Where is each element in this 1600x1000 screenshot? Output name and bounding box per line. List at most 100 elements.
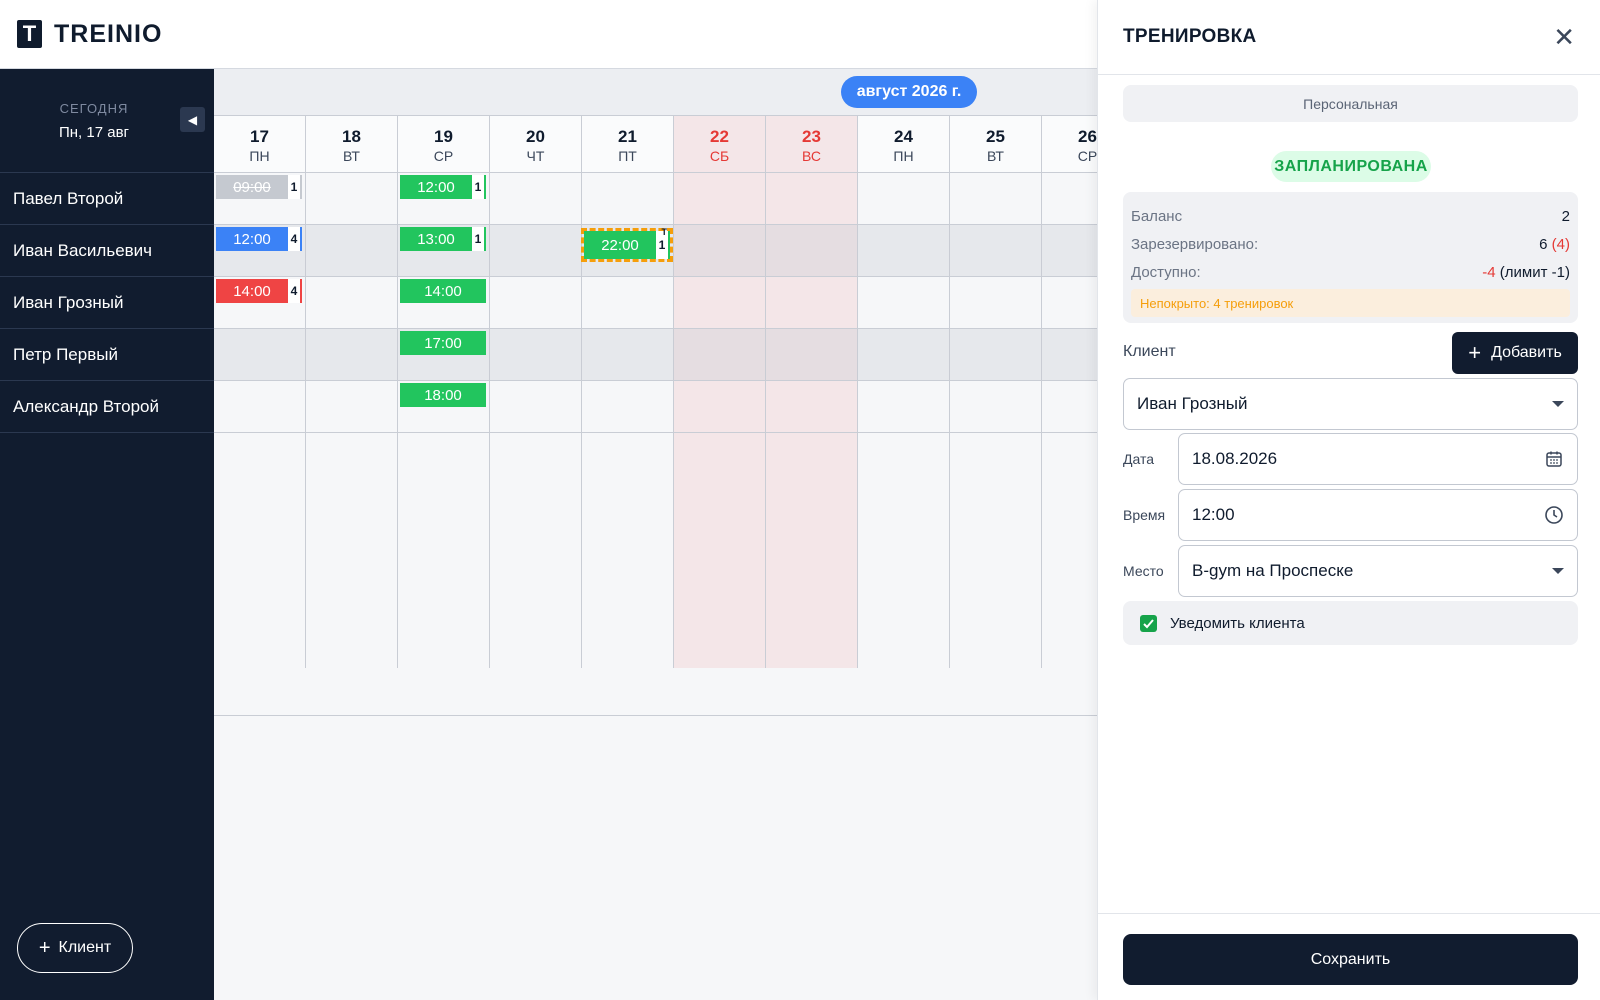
day-name: СР	[433, 148, 454, 164]
available-row: Доступно: -4 (лимит -1)	[1131, 258, 1570, 286]
training-event[interactable]: 09:00 1	[216, 175, 302, 199]
client-row[interactable]: Петр Первый	[0, 329, 214, 381]
event-count: 4	[288, 279, 302, 303]
today-label: СЕГОДНЯ	[59, 101, 129, 116]
calendar-icon[interactable]	[1544, 449, 1564, 469]
event-time: 13:00	[400, 227, 472, 251]
day-number: 26	[1078, 127, 1097, 146]
day-header: 19 СР	[398, 116, 489, 173]
uncovered-warning: Непокрыто: 4 тренировок	[1131, 289, 1570, 317]
chevron-left-icon: ◀	[187, 112, 198, 127]
day-name: ПН	[249, 148, 270, 164]
event-time: 14:00	[400, 279, 486, 303]
day-header: 20 ЧТ	[490, 116, 581, 173]
date-value: 18.08.2026	[1192, 449, 1278, 468]
chevron-down-icon	[1552, 568, 1564, 574]
event-count-value: 4	[290, 284, 298, 298]
day-name: ВС	[802, 148, 821, 164]
day-header: 22 СБ	[674, 116, 765, 173]
training-event[interactable]: 22:00 1 T	[581, 227, 673, 262]
reserved-row: Зарезервировано: 6 (4)	[1131, 230, 1570, 258]
day-name: ПТ	[618, 148, 637, 164]
add-button[interactable]: + Добавить	[1452, 332, 1578, 374]
day-header: 17 ПН	[214, 116, 305, 173]
event-time: 22:00	[584, 231, 656, 259]
day-header: 18 ВТ	[306, 116, 397, 173]
reserved-extra: (4)	[1551, 235, 1570, 253]
day-number: 24	[894, 127, 913, 146]
event-time: 18:00	[400, 383, 486, 407]
event-count: 1	[472, 227, 486, 251]
training-event[interactable]: 13:00 1	[400, 227, 486, 251]
balance-row: Баланс 2	[1131, 202, 1570, 230]
day-name: СР	[1077, 148, 1097, 164]
place-value: B-gym на Проспеске	[1192, 561, 1354, 580]
place-select[interactable]: B-gym на Проспеске	[1178, 545, 1578, 597]
available-value: -4	[1482, 263, 1496, 281]
day-header: 24 ПН	[858, 116, 949, 173]
event-count-value: 1	[290, 180, 298, 194]
add-client-button[interactable]: + Клиент	[17, 923, 133, 973]
calendar-row	[214, 329, 1097, 381]
training-type[interactable]: Персональная	[1123, 85, 1578, 122]
day-number: 25	[986, 127, 1005, 146]
month-selector[interactable]: август 2026 г.	[841, 76, 977, 108]
notify-label: Уведомить клиента	[1170, 614, 1305, 632]
training-event[interactable]: 18:00	[400, 383, 486, 407]
client-field-label: Клиент	[1123, 343, 1176, 360]
save-button[interactable]: Сохранить	[1123, 934, 1578, 985]
client-row[interactable]: Иван Грозный	[0, 277, 214, 329]
training-event[interactable]: 14:00	[400, 279, 486, 303]
client-select-value: Иван Грозный	[1137, 394, 1248, 413]
day-number: 20	[526, 127, 545, 146]
logo-text: TREINIO	[54, 19, 163, 48]
day-header: 21 ПТ	[582, 116, 673, 173]
date-input[interactable]: 18.08.2026	[1178, 433, 1578, 485]
available-label: Доступно:	[1131, 263, 1201, 281]
collapse-sidebar-button[interactable]: ◀	[180, 107, 205, 132]
day-name: ВТ	[343, 148, 360, 164]
today-date: Пн, 17 авг	[58, 124, 130, 141]
day-name: ПН	[893, 148, 914, 164]
client-row[interactable]: Павел Второй	[0, 173, 214, 225]
training-event[interactable]: 17:00	[400, 331, 486, 355]
checkbox[interactable]	[1140, 614, 1157, 632]
calendar-row	[214, 277, 1097, 329]
notify-client-toggle[interactable]: Уведомить клиента	[1123, 601, 1578, 645]
event-count: 1T	[656, 227, 670, 259]
client-row[interactable]: Александр Второй	[0, 381, 214, 433]
day-header: 25 ВТ	[950, 116, 1041, 173]
event-time: 09:00	[216, 175, 288, 199]
event-time: 17:00	[400, 331, 486, 355]
client-row[interactable]: Иван Васильевич	[0, 225, 214, 277]
place-label: Место	[1123, 563, 1164, 579]
status-badge: ЗАПЛАНИРОВАНА	[1271, 151, 1431, 182]
clock-icon[interactable]	[1544, 505, 1564, 525]
client-list: Павел Второй Иван Васильевич Иван Грозны…	[0, 173, 214, 433]
client-select[interactable]: Иван Грозный	[1123, 378, 1578, 430]
day-header: 26 СР	[1042, 116, 1097, 173]
balance-label: Баланс	[1131, 207, 1183, 225]
training-event[interactable]: 14:00 4	[216, 279, 302, 303]
sidebar: СЕГОДНЯ Пн, 17 авг ◀ Павел Второй Иван В…	[0, 69, 214, 1000]
event-count-value: 1	[474, 180, 482, 194]
balance-value: 2	[1561, 207, 1570, 225]
reserved-value: 6	[1539, 235, 1548, 253]
add-client-label: Клиент	[58, 939, 112, 956]
training-event[interactable]: 12:00 4	[216, 227, 302, 251]
event-time: 12:00	[400, 175, 472, 199]
plus-icon: +	[1468, 340, 1482, 365]
available-limit: (лимит -1)	[1499, 263, 1570, 281]
time-input[interactable]: 12:00	[1178, 489, 1578, 541]
event-count-value: 4	[290, 232, 298, 246]
calendar-row	[214, 381, 1097, 433]
time-row: Время 12:00	[1123, 489, 1578, 541]
training-event[interactable]: 12:00 1	[400, 175, 486, 199]
event-count: 4	[288, 227, 302, 251]
day-header: 23 ВС	[766, 116, 857, 173]
reserved-value-wrap: 6 (4)	[1539, 236, 1570, 253]
add-button-label: Добавить	[1491, 344, 1562, 361]
day-name: ВТ	[987, 148, 1004, 164]
close-icon[interactable]: ✕	[1553, 24, 1575, 50]
panel-header: ТРЕНИРОВКА ✕	[1098, 0, 1600, 75]
